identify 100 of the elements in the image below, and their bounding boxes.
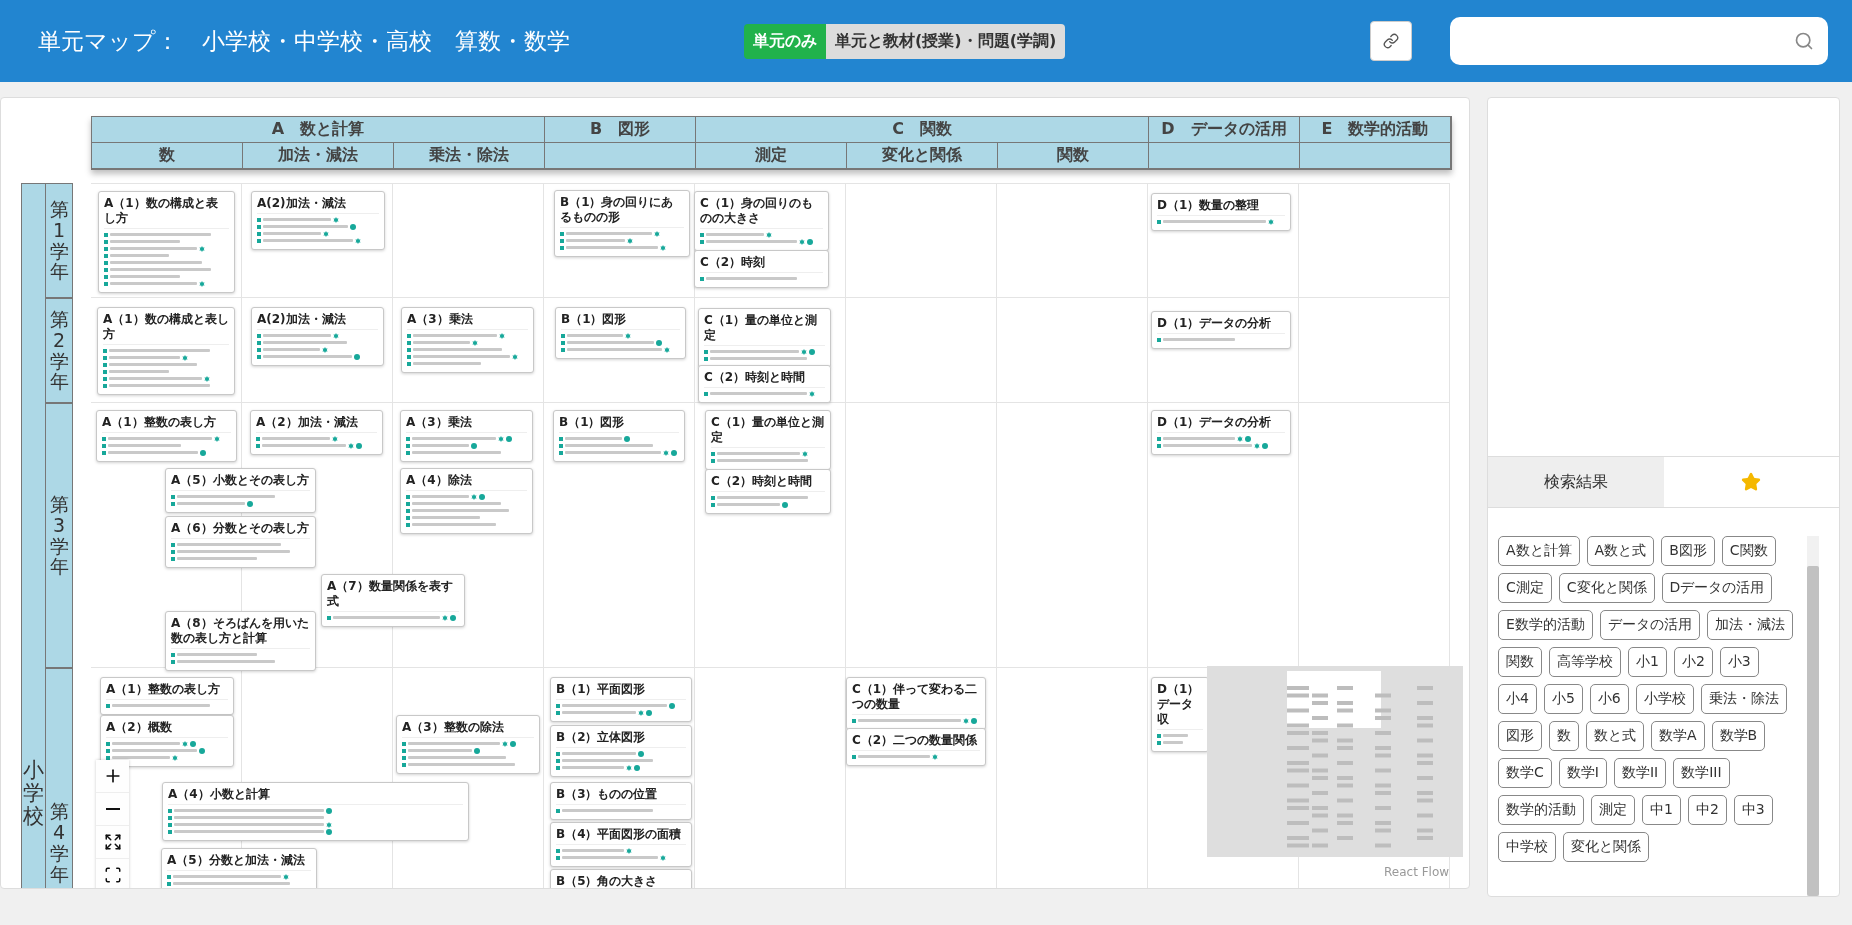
- tag-button[interactable]: 小2: [1673, 647, 1713, 677]
- tag-button[interactable]: 数学I: [1558, 758, 1607, 788]
- unit-card[interactable]: C（1）量の単位と測定: [705, 410, 831, 470]
- tag-button[interactable]: 数学C: [1498, 758, 1552, 788]
- tag-button[interactable]: 数: [1549, 721, 1579, 751]
- fit-view-button[interactable]: [96, 826, 129, 859]
- unit-card[interactable]: A（3）整数の除法: [396, 715, 540, 774]
- unit-card[interactable]: A（2）概数: [100, 715, 234, 767]
- tag-button[interactable]: 小3: [1719, 647, 1759, 677]
- tag-button[interactable]: C関数: [1721, 536, 1776, 566]
- bullet-icon: [561, 347, 565, 352]
- tag-button[interactable]: 加法・減法: [1706, 610, 1793, 640]
- tag-button[interactable]: 小1: [1628, 647, 1667, 677]
- unit-card[interactable]: A（4）小数と計算: [162, 782, 469, 841]
- tag-button[interactable]: 中3: [1733, 795, 1773, 825]
- unit-card[interactable]: D（1）データの分析: [1151, 410, 1291, 455]
- tag-button[interactable]: 数学A: [1651, 721, 1705, 751]
- unit-card[interactable]: C（1）身の回りのものの大きさ: [694, 191, 829, 251]
- unit-card[interactable]: A（4）除法: [400, 468, 533, 534]
- unit-card[interactable]: A（1）整数の表し方: [96, 410, 237, 462]
- unit-card[interactable]: A(2)加法・減法: [251, 307, 384, 366]
- tag-button[interactable]: 乗法・除法: [1700, 684, 1787, 714]
- tag-button[interactable]: 関数: [1498, 647, 1542, 677]
- search-field[interactable]: [1450, 17, 1828, 65]
- tag-button[interactable]: A数と式: [1586, 536, 1655, 566]
- unit-card[interactable]: A（5）小数とその表し方: [165, 468, 316, 513]
- bullet-icon: [852, 718, 856, 723]
- tag-button[interactable]: Dデータの活用: [1661, 573, 1773, 603]
- unit-card[interactable]: D（1）データ収: [1151, 677, 1209, 752]
- unit-card[interactable]: B（3）ものの位置: [550, 782, 692, 820]
- unit-card[interactable]: A（3）乗法: [400, 410, 533, 462]
- bullet-icon: [168, 822, 172, 827]
- tag-button[interactable]: 小6: [1589, 684, 1629, 714]
- unit-card[interactable]: B（4）平面図形の面積: [550, 822, 692, 867]
- tag-button[interactable]: C変化と関係: [1558, 573, 1655, 603]
- tag-button[interactable]: 中学校: [1498, 832, 1556, 862]
- tag-button[interactable]: 小学校: [1635, 684, 1694, 714]
- bullet-icon: [1157, 219, 1161, 224]
- tag-button[interactable]: A数と計算: [1498, 536, 1580, 566]
- tag-button[interactable]: 図形: [1498, 721, 1542, 751]
- unit-card[interactable]: A（1）整数の表し方: [100, 677, 234, 715]
- unit-card[interactable]: B（5）角の大きさ: [550, 869, 692, 888]
- unit-card[interactable]: A（6）分数とその表し方: [165, 516, 316, 568]
- text-placeholder-line: [408, 749, 472, 752]
- tag-button[interactable]: 中1: [1642, 795, 1681, 825]
- tag-button[interactable]: B図形: [1661, 536, 1715, 566]
- unit-card[interactable]: A（7）数量関係を表す式: [321, 574, 465, 627]
- unit-card[interactable]: C（2）時刻と時間: [705, 469, 831, 514]
- tag-button[interactable]: 数と式: [1586, 721, 1644, 751]
- unit-card[interactable]: A(2)加法・減法: [251, 191, 385, 250]
- tag-button[interactable]: E数学的活動: [1498, 610, 1593, 640]
- bullet-icon: [257, 217, 261, 222]
- bullet-icon: [700, 239, 704, 244]
- unit-card[interactable]: A（8）そろばんを用いた数の表し方と計算: [165, 611, 316, 671]
- tag-button[interactable]: データの活用: [1599, 610, 1700, 640]
- unit-card[interactable]: B（1）図形: [555, 307, 686, 359]
- tag-button[interactable]: C測定: [1498, 573, 1552, 603]
- unit-card[interactable]: C（1）伴って変わる二つの数量: [846, 677, 986, 730]
- zoom-in-button[interactable]: [96, 760, 129, 793]
- link-button[interactable]: [1370, 21, 1412, 61]
- fullscreen-button[interactable]: [96, 859, 129, 888]
- unit-card[interactable]: B（1）身の回りにあるものの形: [554, 190, 690, 257]
- tag-button[interactable]: 数学III: [1673, 758, 1730, 788]
- unit-card[interactable]: C（1）量の単位と測定: [698, 308, 831, 368]
- unit-card[interactable]: A（1）数の構成と表し方: [97, 307, 235, 395]
- card-title: D（1）データの分析: [1157, 316, 1285, 334]
- unit-card[interactable]: B（1）図形: [553, 410, 685, 462]
- unit-card[interactable]: C（2）時刻: [694, 250, 829, 288]
- tag-button[interactable]: 数学II: [1613, 758, 1667, 788]
- bullet-icon: [704, 356, 708, 361]
- tag-button[interactable]: 変化と関係: [1563, 832, 1649, 862]
- bullet-icon: [559, 443, 563, 448]
- bullet-icon: [256, 436, 260, 441]
- tag-button[interactable]: 小5: [1543, 684, 1583, 714]
- card-title: D（1）データの分析: [1157, 415, 1285, 433]
- unit-card[interactable]: B（1）平面図形: [550, 677, 692, 722]
- tag-button[interactable]: 中2: [1687, 795, 1727, 825]
- unit-card[interactable]: C（2）二つの数量関係: [846, 728, 986, 766]
- bullet-icon: [257, 224, 261, 229]
- tag-button[interactable]: 数学的活動: [1498, 795, 1584, 825]
- mode-toggle[interactable]: 単元と教材(授業)・問題(学調): [826, 23, 1066, 59]
- scrollbar[interactable]: [1807, 536, 1819, 896]
- tag-button[interactable]: 測定: [1591, 795, 1635, 825]
- unit-card[interactable]: D（1）数量の整理: [1151, 193, 1291, 231]
- unit-card[interactable]: B（2）立体図形: [550, 725, 692, 777]
- unit-card[interactable]: A（3）乗法: [401, 307, 534, 373]
- unit-card[interactable]: A（1）数の構成と表し方: [98, 191, 235, 293]
- unit-card[interactable]: C（2）時刻と時間: [698, 365, 831, 403]
- grade-label: 第3学年: [46, 403, 73, 668]
- search-icon: [1794, 31, 1814, 51]
- card-title: B（3）ものの位置: [556, 787, 686, 805]
- tag-button[interactable]: 小4: [1498, 684, 1537, 714]
- tag-button[interactable]: 高等学校: [1549, 647, 1621, 677]
- panel-tab[interactable]: 検索結果: [1488, 457, 1664, 507]
- unit-card[interactable]: A（5）分数と加法・減法: [161, 848, 317, 888]
- unit-card[interactable]: A（2）加法・減法: [250, 410, 383, 455]
- tag-button[interactable]: 数学B: [1711, 721, 1766, 751]
- zoom-out-button[interactable]: [96, 793, 129, 826]
- unit-card[interactable]: D（1）データの分析: [1151, 311, 1291, 349]
- bullet-icon: [556, 848, 560, 853]
